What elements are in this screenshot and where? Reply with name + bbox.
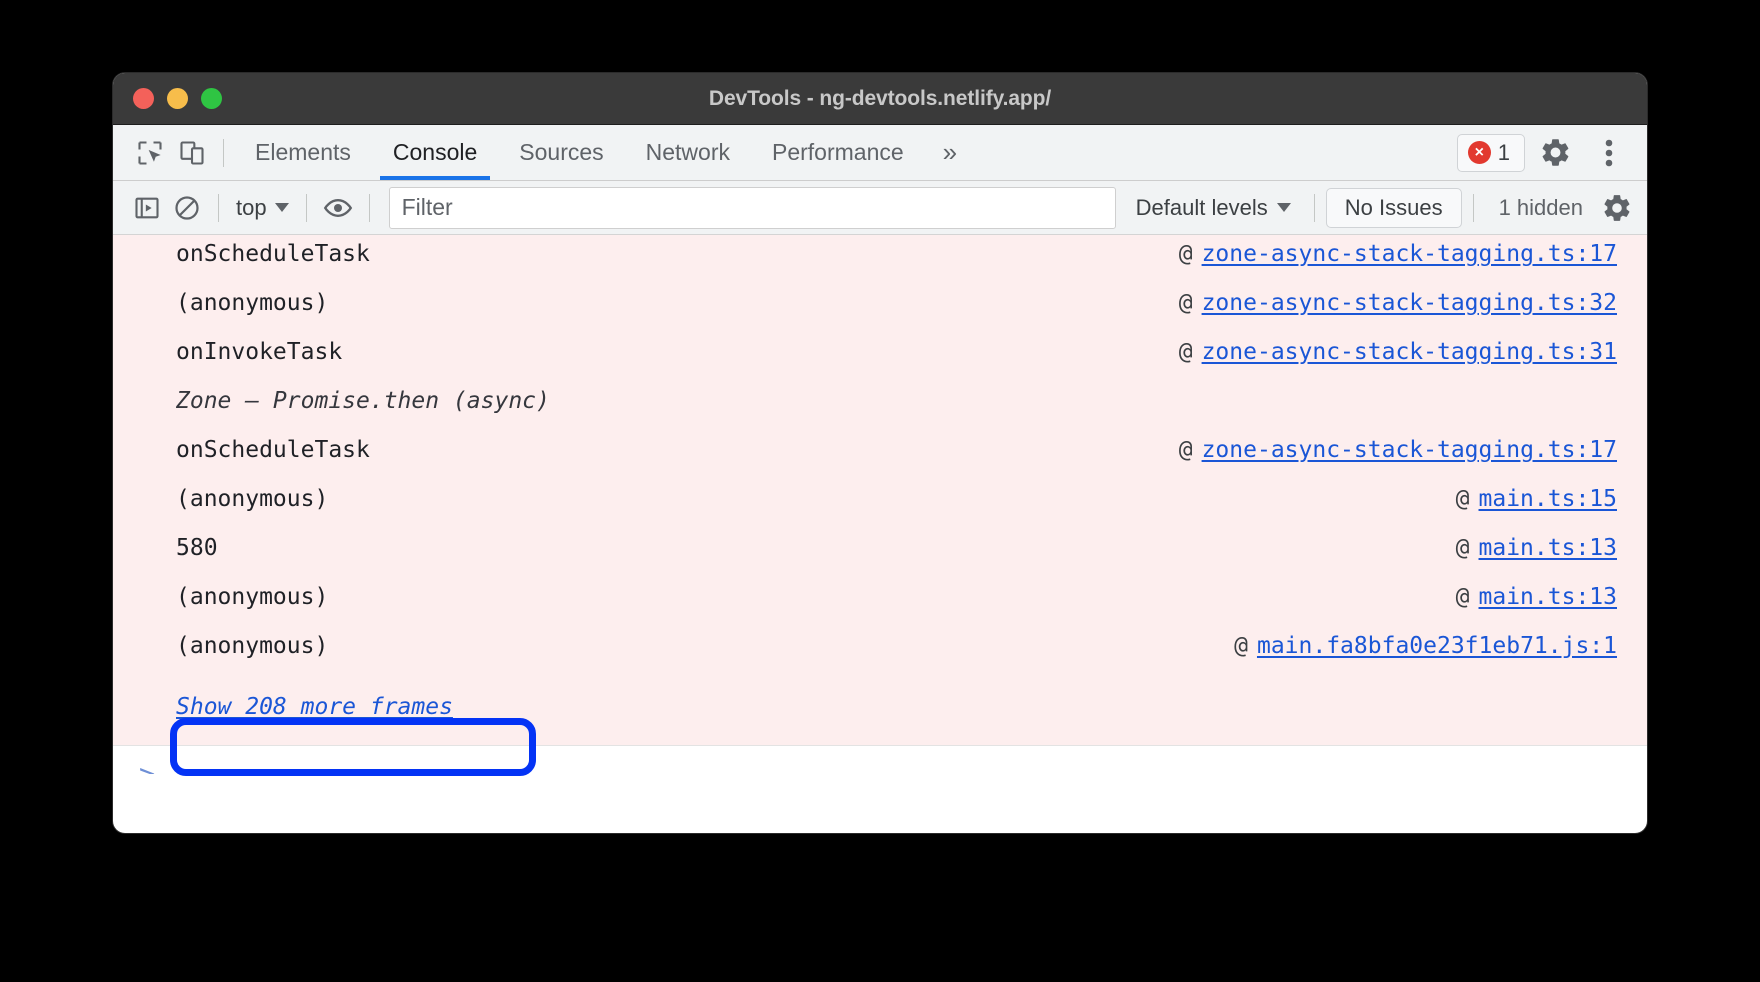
frame-source: @ main.fa8bfa0e23f1eb71.js:1: [1234, 633, 1617, 659]
stack-frame-row[interactable]: (anonymous) @ zone-async-stack-tagging.t…: [113, 290, 1647, 339]
frame-source: @ main.ts:15: [1456, 486, 1617, 512]
at-symbol: @: [1179, 241, 1193, 267]
device-toolbar-icon[interactable]: [171, 132, 213, 174]
toolbar-divider-2: [306, 194, 307, 222]
tabbar-divider: [223, 139, 224, 167]
show-more-frames-link[interactable]: Show 208 more frames: [176, 694, 453, 720]
screenshot-root: DevTools - ng-devtools.netlify.app/ Elem…: [0, 0, 1760, 982]
at-symbol: @: [1456, 584, 1470, 610]
filter-placeholder: Filter: [402, 194, 453, 221]
close-window-button[interactable]: [133, 88, 154, 109]
error-count: 1: [1498, 140, 1510, 166]
frame-source: @ zone-async-stack-tagging.ts:17: [1179, 437, 1617, 463]
frame-function-name: (anonymous): [176, 290, 328, 316]
at-symbol: @: [1234, 633, 1248, 659]
frame-function-name: onScheduleTask: [176, 437, 370, 463]
source-link[interactable]: zone-async-stack-tagging.ts:32: [1202, 290, 1617, 316]
tab-performance[interactable]: Performance: [751, 125, 925, 180]
async-boundary-label: Zone — Promise.then (async): [176, 388, 550, 414]
console-toolbar: top Filter Default levels No Issues: [113, 181, 1647, 235]
source-link[interactable]: main.fa8bfa0e23f1eb71.js:1: [1257, 633, 1617, 659]
frame-source: @ main.ts:13: [1456, 535, 1617, 561]
kebab-menu-icon[interactable]: [1585, 129, 1633, 177]
frame-function-name: (anonymous): [176, 584, 328, 610]
stack-frame-row[interactable]: onScheduleTask @ zone-async-stack-taggin…: [113, 241, 1647, 290]
hidden-messages-count[interactable]: 1 hidden: [1485, 195, 1597, 221]
toolbar-divider-3: [369, 194, 370, 222]
execution-context-selector[interactable]: top: [230, 195, 295, 221]
more-tabs-icon[interactable]: »: [925, 125, 975, 180]
toolbar-divider-1: [218, 194, 219, 222]
devtools-window: DevTools - ng-devtools.netlify.app/ Elem…: [113, 73, 1647, 833]
console-message-area[interactable]: onScheduleTask @ zone-async-stack-taggin…: [113, 235, 1647, 774]
console-settings-gear-icon[interactable]: [1597, 188, 1637, 228]
show-more-frames-row: Show 208 more frames: [113, 682, 1647, 731]
log-levels-dropdown[interactable]: Default levels: [1124, 195, 1303, 221]
maximize-window-button[interactable]: [201, 88, 222, 109]
window-title-bar: DevTools - ng-devtools.netlify.app/: [113, 73, 1647, 125]
at-symbol: @: [1456, 486, 1470, 512]
source-link[interactable]: main.ts:13: [1479, 584, 1617, 610]
log-levels-label: Default levels: [1136, 195, 1268, 221]
error-stack-trace: onScheduleTask @ zone-async-stack-taggin…: [113, 235, 1647, 745]
clear-console-icon[interactable]: [167, 188, 207, 228]
tab-elements[interactable]: Elements: [234, 125, 372, 180]
chevron-down-icon: [275, 203, 289, 212]
frame-function-name: (anonymous): [176, 633, 328, 659]
chevron-down-icon: [1277, 203, 1291, 212]
error-count-badge[interactable]: × 1: [1457, 134, 1525, 172]
at-symbol: @: [1179, 437, 1193, 463]
stack-frame-row[interactable]: onInvokeTask @ zone-async-stack-tagging.…: [113, 339, 1647, 388]
frame-source: @ zone-async-stack-tagging.ts:31: [1179, 339, 1617, 365]
at-symbol: @: [1179, 339, 1193, 365]
source-link[interactable]: zone-async-stack-tagging.ts:31: [1202, 339, 1617, 365]
tabbar-right-controls: × 1: [1457, 125, 1633, 180]
toolbar-divider-4: [1314, 194, 1315, 222]
frame-source: @ zone-async-stack-tagging.ts:17: [1179, 241, 1617, 267]
frame-function-name: onScheduleTask: [176, 241, 370, 267]
execution-context-label: top: [236, 195, 267, 221]
source-link[interactable]: main.ts:15: [1479, 486, 1617, 512]
error-icon: ×: [1468, 141, 1491, 164]
at-symbol: @: [1179, 290, 1193, 316]
stack-frame-row[interactable]: onScheduleTask @ zone-async-stack-taggin…: [113, 437, 1647, 486]
frame-function-name: onInvokeTask: [176, 339, 342, 365]
stack-frame-row[interactable]: (anonymous) @ main.ts:13: [113, 584, 1647, 633]
window-title: DevTools - ng-devtools.netlify.app/: [113, 87, 1647, 111]
minimize-window-button[interactable]: [167, 88, 188, 109]
traffic-lights: [133, 88, 222, 109]
source-link[interactable]: zone-async-stack-tagging.ts:17: [1202, 437, 1617, 463]
stack-frame-row[interactable]: (anonymous) @ main.fa8bfa0e23f1eb71.js:1: [113, 633, 1647, 682]
frame-source: @ main.ts:13: [1456, 584, 1617, 610]
tab-network[interactable]: Network: [625, 125, 751, 180]
frame-source: @ zone-async-stack-tagging.ts:32: [1179, 290, 1617, 316]
stack-frame-row[interactable]: 580 @ main.ts:13: [113, 535, 1647, 584]
source-link[interactable]: main.ts:13: [1479, 535, 1617, 561]
console-sidebar-icon[interactable]: [127, 188, 167, 228]
frame-function-name: (anonymous): [176, 486, 328, 512]
gear-icon[interactable]: [1531, 129, 1579, 177]
filter-input[interactable]: Filter: [389, 187, 1116, 229]
stack-frame-row[interactable]: (anonymous) @ main.ts:15: [113, 486, 1647, 535]
prompt-arrow-icon: >: [139, 761, 155, 774]
issues-button[interactable]: No Issues: [1326, 188, 1462, 228]
frame-function-name: 580: [176, 535, 218, 561]
async-boundary-row: Zone — Promise.then (async): [113, 388, 1647, 437]
source-link[interactable]: zone-async-stack-tagging.ts:17: [1202, 241, 1617, 267]
tab-console[interactable]: Console: [372, 125, 498, 180]
tab-sources[interactable]: Sources: [498, 125, 624, 180]
live-expression-icon[interactable]: [318, 188, 358, 228]
console-prompt[interactable]: >: [113, 745, 1647, 774]
toolbar-divider-5: [1473, 194, 1474, 222]
at-symbol: @: [1456, 535, 1470, 561]
inspect-element-icon[interactable]: [129, 132, 171, 174]
devtools-tab-bar: Elements Console Sources Network Perform…: [113, 125, 1647, 181]
panel-tabs: Elements Console Sources Network Perform…: [234, 125, 975, 180]
